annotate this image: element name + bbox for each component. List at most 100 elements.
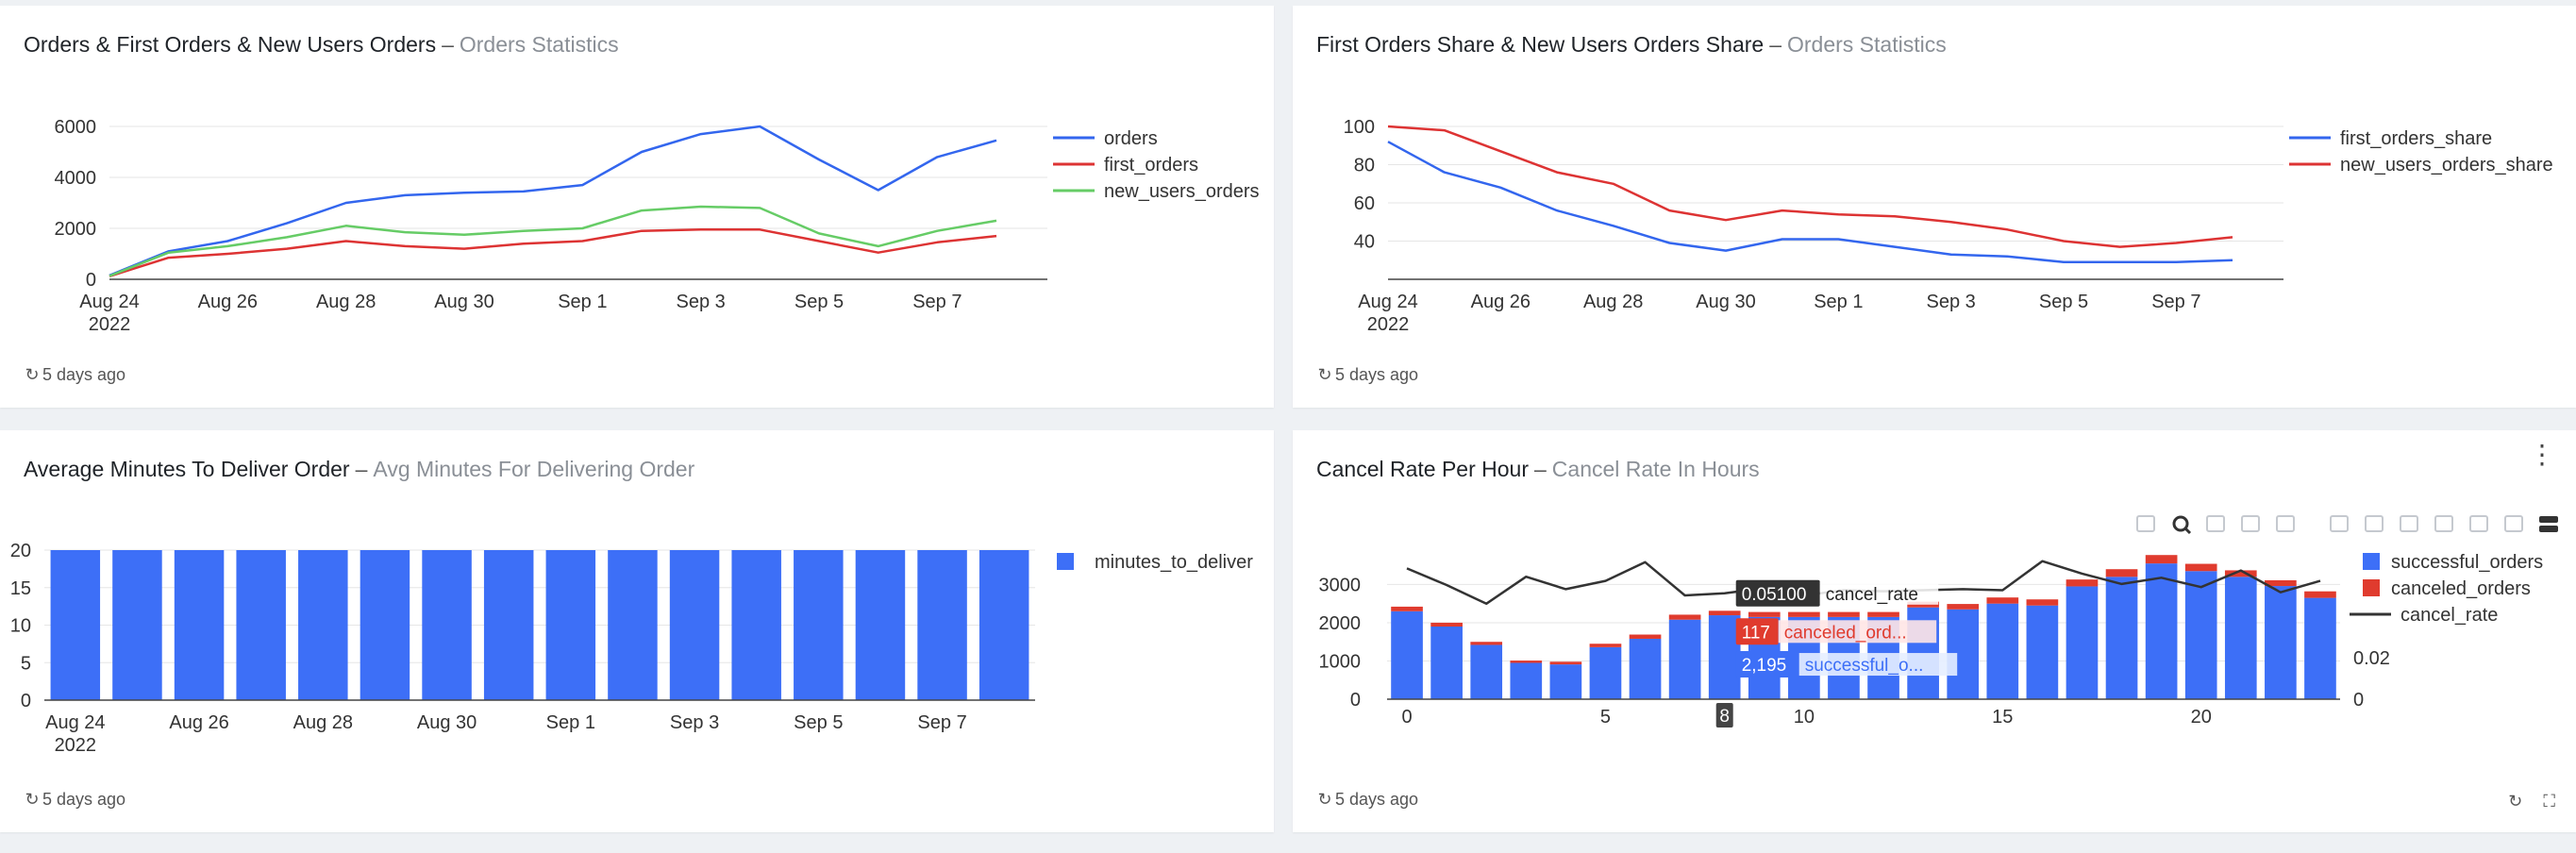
bar-successful-orders bbox=[1589, 646, 1622, 699]
share-line-chart[interactable]: 40 60 80 100 Aug 24 Aug 26 Aug 28 Aug 30 Sep 1 Se… bbox=[1293, 95, 2576, 350]
bar-successful-orders bbox=[2066, 586, 2099, 699]
bar-successful-orders bbox=[2026, 605, 2059, 699]
legend-swatch bbox=[2363, 579, 2380, 596]
refresh-status[interactable]: ↻ 5 days ago bbox=[24, 790, 125, 810]
bar-canceled-orders bbox=[1708, 610, 1741, 616]
refresh-status[interactable]: ↻ 5 days ago bbox=[24, 365, 125, 385]
hover-x-label: 8 bbox=[1719, 707, 1730, 727]
title-separator: – bbox=[1769, 32, 1781, 57]
y-tick-label: 2000 bbox=[1319, 613, 1362, 634]
refresh-icon: ↻ bbox=[25, 790, 40, 809]
x-tick-label: Sep 3 bbox=[677, 292, 726, 312]
x-year-label: 2022 bbox=[55, 735, 97, 756]
bar-canceled-orders bbox=[1986, 597, 2019, 604]
orders-panel: Orders & First Orders & New Users Orders… bbox=[0, 6, 1274, 408]
fullscreen-icon[interactable]: ⛶ bbox=[2543, 792, 2555, 811]
panel-title: Average Minutes To Deliver Order – Avg Min… bbox=[24, 457, 694, 482]
panel-subtitle[interactable]: Orders Statistics bbox=[1787, 32, 1947, 57]
reload-icon[interactable]: ↻ bbox=[2508, 792, 2522, 811]
panel-title-text[interactable]: Average Minutes To Deliver Order bbox=[24, 457, 350, 481]
panel-title-text[interactable]: First Orders Share & New Users Orders Sh… bbox=[1316, 32, 1764, 57]
refresh-text: 5 days ago bbox=[42, 790, 126, 809]
legend-label: orders bbox=[1104, 128, 1158, 149]
bar-minutes_to_deliver bbox=[979, 550, 1029, 700]
y-tick-label: 40 bbox=[1354, 232, 1375, 253]
legend-label: first_orders_share bbox=[2340, 128, 2492, 149]
bar-minutes_to_deliver bbox=[669, 550, 720, 700]
hover-value: 2,195 bbox=[1742, 656, 1787, 676]
legend-label: new_users_orders bbox=[1104, 181, 1260, 202]
y-tick-label: 10 bbox=[10, 616, 31, 637]
bar-successful-orders bbox=[1391, 610, 1423, 699]
x-tick-label: Aug 30 bbox=[417, 712, 477, 733]
bar-successful-orders bbox=[1510, 662, 1543, 699]
x-tick-label: Aug 26 bbox=[169, 712, 228, 733]
refresh-status[interactable]: ↻ 5 days ago bbox=[1316, 790, 1418, 810]
x-tick-label: 10 bbox=[1794, 707, 1815, 728]
refresh-icon: ↻ bbox=[1317, 365, 1332, 384]
x-tick-label: Sep 3 bbox=[1927, 292, 1976, 312]
legend-label: canceled_orders bbox=[2391, 578, 2531, 599]
bar-minutes_to_deliver bbox=[360, 550, 410, 700]
panel-title-text[interactable]: Orders & First Orders & New Users Orders bbox=[24, 32, 436, 57]
panel-subtitle[interactable]: Cancel Rate In Hours bbox=[1552, 457, 1760, 481]
refresh-text: 5 days ago bbox=[1335, 790, 1419, 809]
minutes-bar-chart[interactable]: 0 5 10 15 20 Aug 24 Aug 26 Aug 28 Aug 30 Sep 1 Sep… bbox=[0, 520, 1274, 775]
bar-successful-orders bbox=[1470, 644, 1503, 699]
kebab-menu-icon[interactable]: ⋮ bbox=[2529, 442, 2555, 468]
y-tick-label: 5 bbox=[21, 653, 31, 674]
panel-title: Orders & First Orders & New Users Orders… bbox=[24, 32, 619, 58]
x-tick-label: Aug 30 bbox=[1696, 292, 1755, 312]
bar-minutes_to_deliver bbox=[422, 550, 472, 700]
panel-subtitle[interactable]: Avg Minutes For Delivering Order bbox=[373, 457, 694, 481]
bar-canceled-orders bbox=[1589, 644, 1622, 647]
panel-subtitle[interactable]: Orders Statistics bbox=[460, 32, 619, 57]
y-tick-label: 60 bbox=[1354, 193, 1375, 214]
orders-line-chart[interactable]: 0 2000 4000 6000 Aug 24 Aug 26 Aug 28 Aug 30 Sep… bbox=[0, 95, 1274, 350]
minutes-panel: Average Minutes To Deliver Order – Avg Min… bbox=[0, 430, 1274, 832]
x-tick-label: Aug 26 bbox=[198, 292, 258, 312]
legend-label: new_users_orders_share bbox=[2340, 155, 2553, 176]
bar-canceled-orders bbox=[1470, 642, 1503, 645]
cancel-rate-combo-chart[interactable]: 0 1000 2000 3000 0 0.02 0 5 10 15 20 successful_ord… bbox=[1293, 520, 2576, 775]
refresh-text: 5 days ago bbox=[42, 365, 126, 384]
bar-minutes_to_deliver bbox=[174, 550, 225, 700]
x-tick-label: Aug 24 bbox=[79, 292, 139, 312]
x-tick-label: Aug 24 bbox=[45, 712, 105, 733]
bar-successful-orders bbox=[1668, 619, 1701, 699]
legend-label: minutes_to_deliver bbox=[1095, 552, 1253, 573]
y-tick-label: 1000 bbox=[1319, 651, 1362, 672]
y-tick-label: 0 bbox=[21, 691, 31, 711]
x-tick-label: Sep 1 bbox=[558, 292, 607, 312]
bar-minutes_to_deliver bbox=[917, 550, 967, 700]
bar-successful-orders bbox=[2184, 571, 2217, 699]
x-tick-label: Sep 5 bbox=[795, 292, 844, 312]
y2-tick-label: 0.02 bbox=[2353, 648, 2390, 669]
bar-minutes_to_deliver bbox=[545, 550, 596, 700]
x-year-label: 2022 bbox=[1367, 314, 1410, 335]
bar-successful-orders bbox=[2145, 563, 2178, 699]
bar-canceled-orders bbox=[2066, 579, 2099, 587]
refresh-icon: ↻ bbox=[1317, 790, 1332, 809]
bar-successful-orders bbox=[1430, 627, 1463, 699]
x-tick-label: 15 bbox=[1992, 707, 2013, 728]
panel-corner-buttons: ↻ ⛶ bbox=[2487, 792, 2555, 811]
bar-successful-orders bbox=[1708, 615, 1741, 699]
bar-minutes_to_deliver bbox=[112, 550, 162, 700]
bar-minutes_to_deliver bbox=[483, 550, 534, 700]
legend-label: successful_orders bbox=[2391, 552, 2543, 573]
x-tick-label: Sep 3 bbox=[670, 712, 719, 733]
bar-minutes_to_deliver bbox=[794, 550, 844, 700]
panel-title-text[interactable]: Cancel Rate Per Hour bbox=[1316, 457, 1529, 481]
bar-canceled-orders bbox=[1629, 634, 1662, 639]
x-tick-label: Aug 28 bbox=[316, 292, 376, 312]
legend-label: cancel_rate bbox=[2400, 605, 2498, 626]
line-first_orders_share bbox=[1387, 141, 2233, 264]
y-tick-label: 4000 bbox=[55, 168, 97, 189]
bar-successful-orders bbox=[1986, 603, 2019, 699]
bar-canceled-orders bbox=[2026, 599, 2059, 606]
hover-label: canceled_ord... bbox=[1784, 623, 1907, 643]
refresh-status[interactable]: ↻ 5 days ago bbox=[1316, 365, 1418, 385]
bar-canceled-orders bbox=[1430, 622, 1463, 627]
bar-canceled-orders bbox=[1748, 611, 1781, 617]
